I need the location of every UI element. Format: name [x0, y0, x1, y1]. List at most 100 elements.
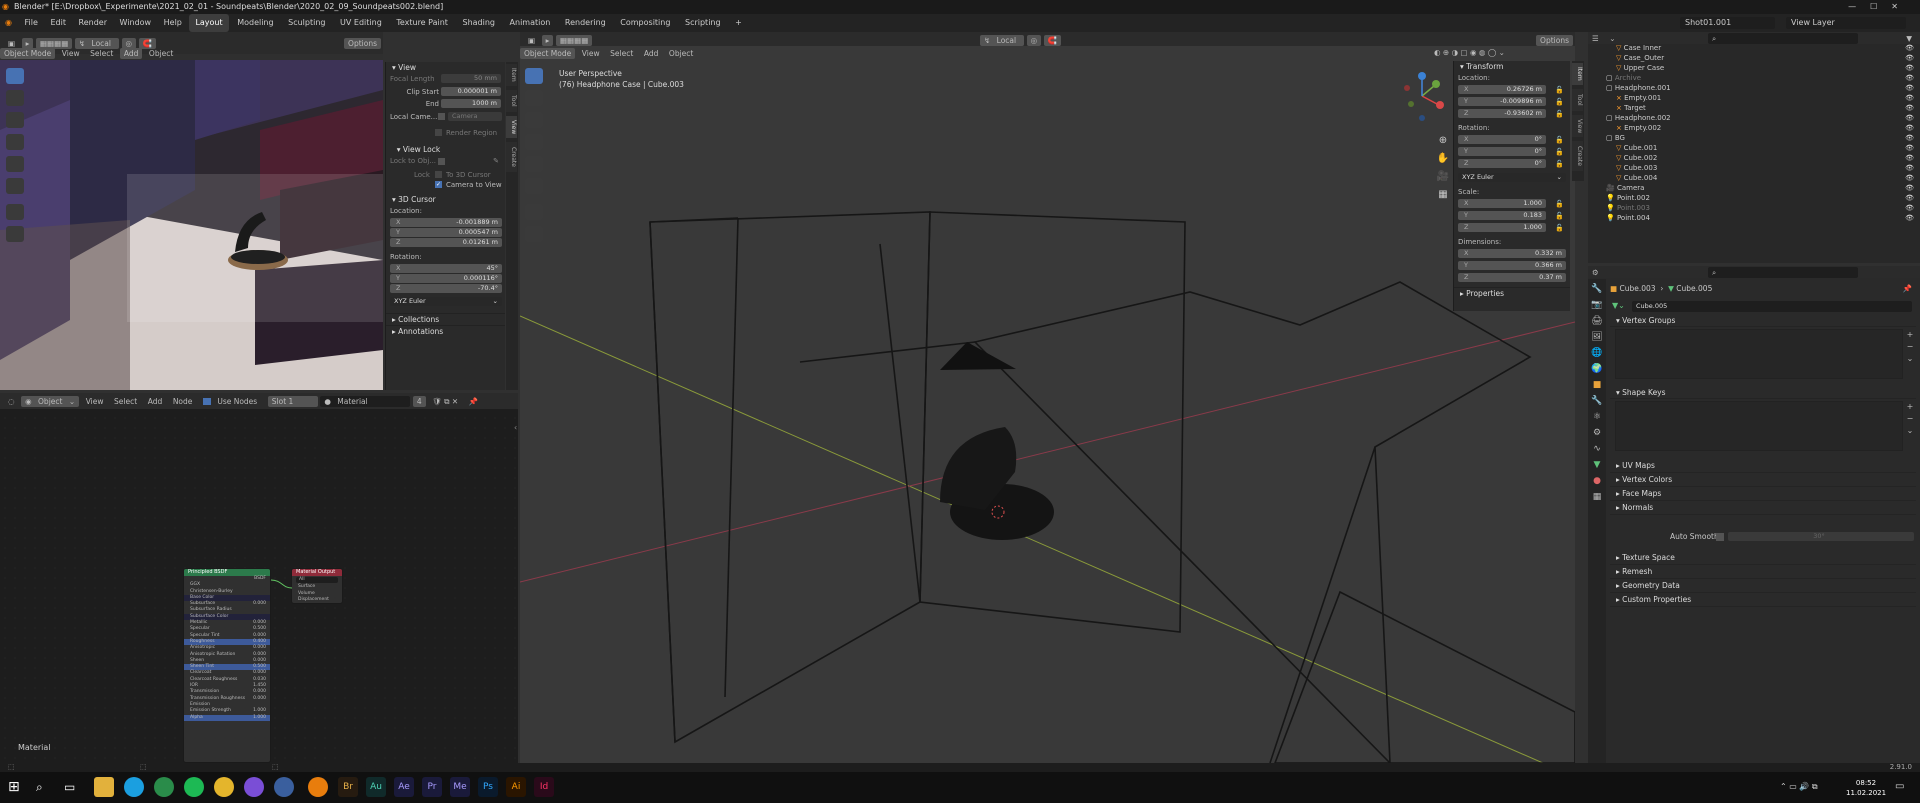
panel-header[interactable]: ▸ Custom Properties [1610, 593, 1916, 607]
lock-icon[interactable]: 🔓 [1555, 211, 1564, 221]
scale-y[interactable]: Y 0.183 [1458, 211, 1546, 220]
visibility-eye-icon[interactable]: 👁 [1905, 53, 1914, 63]
transform-panel-header[interactable]: ▾ Transform [1454, 61, 1570, 73]
properties-panel-header[interactable]: ▸ Properties [1454, 287, 1570, 299]
menu-file[interactable]: File [20, 14, 43, 32]
outliner-item[interactable]: ▢ Headphone.002 👁 [1588, 113, 1920, 123]
collections-panel-header[interactable]: ▸ Collections [386, 313, 505, 325]
view-lock-header[interactable]: ▾ View Lock [386, 144, 505, 156]
tab-layout[interactable]: Layout [189, 14, 229, 32]
cursor-rot-z[interactable]: Z -70.4° [390, 284, 502, 293]
use-nodes-checkbox[interactable]: Use Nodes [199, 395, 265, 409]
outliner-item[interactable]: ▽ Case Inner 👁 [1588, 43, 1920, 53]
select-box-tool-icon[interactable] [6, 68, 24, 84]
node-menu-node[interactable]: Node [169, 395, 197, 409]
properties-editor[interactable]: ⚙ ⌕ 🔧 📷 🖨 🖼 🌐 🌍 ■ 🔧 ⚛ ⚙ ∿ ▼ ● ▦ ■ Cube.003 › ▼ Cube.0… [1588, 266, 1920, 763]
output-target-dropdown[interactable]: All [296, 577, 338, 584]
properties-search[interactable]: ⌕ [1708, 267, 1858, 278]
notification-icon[interactable]: ▭ [1895, 781, 1904, 792]
menu-edit[interactable]: Edit [45, 14, 71, 32]
location-z[interactable]: Z -0.93602 m [1458, 109, 1546, 118]
object-mode-dropdown[interactable]: Object Mode [0, 47, 56, 59]
material-selector[interactable]: ● Material [320, 395, 411, 407]
annotate-tool-icon[interactable] [6, 204, 24, 220]
clip-end-field[interactable]: 1000 m [441, 99, 501, 108]
slack-icon[interactable] [154, 777, 174, 797]
chrome-icon[interactable] [214, 777, 234, 797]
cursor-loc-z[interactable]: Z 0.01261 m [390, 238, 502, 247]
main-annotate-tool-icon[interactable] [525, 204, 543, 220]
bsdf-input-row[interactable]: Alpha 1.000 [184, 714, 270, 721]
outliner-item[interactable]: ⨯ Empty.001 👁 [1588, 93, 1920, 103]
outliner-item[interactable]: ▽ Cube.003 👁 [1588, 163, 1920, 173]
system-tray-icons[interactable]: ⌃ ▭ 🔊 ⧉ [1780, 782, 1818, 792]
view-layer-selector[interactable]: View Layer [1786, 17, 1906, 29]
outliner-item[interactable]: ▽ Cube.004 👁 [1588, 173, 1920, 183]
main-scale-tool-icon[interactable] [525, 156, 543, 172]
tab-sculpting[interactable]: Sculpting [282, 14, 331, 32]
main-select-box-tool-icon[interactable] [525, 68, 543, 84]
outliner-item[interactable]: ▽ Case_Outer 👁 [1588, 53, 1920, 63]
tab-shading[interactable]: Shading [456, 14, 501, 32]
panel-header[interactable]: ▸ Vertex Colors [1610, 473, 1916, 487]
node-editor[interactable]: ◌ ◉ Object ⌄ View Select Add Node Use No… [0, 393, 518, 763]
clip-start-field[interactable]: 0.000001 m [441, 87, 501, 96]
viewport-nav-buttons[interactable]: ⊕ ✋ 🎥 ▦ [1435, 132, 1451, 204]
auto-smooth-checkbox[interactable] [1716, 533, 1724, 541]
rotation-z[interactable]: Z 0° [1458, 159, 1546, 168]
lock-icon[interactable]: 🔓 [1555, 135, 1564, 145]
bridge-icon[interactable]: Br [338, 777, 358, 797]
dimensions-x[interactable]: X 0.332 m [1458, 249, 1566, 258]
app-icon[interactable] [274, 777, 294, 797]
visibility-eye-icon[interactable]: 👁 [1905, 153, 1914, 163]
view-panel-header[interactable]: ▾ View [386, 62, 505, 74]
main-rotate-tool-icon[interactable] [525, 134, 543, 150]
vertex-groups-header[interactable]: ▾ Vertex Groups [1610, 315, 1916, 327]
outliner-item[interactable]: ▽ Cube.002 👁 [1588, 153, 1920, 163]
illustrator-icon[interactable]: Ai [506, 777, 526, 797]
slot-dropdown[interactable]: Slot 1 [267, 395, 318, 407]
main-transform-tool-icon[interactable] [525, 178, 543, 194]
visibility-eye-icon[interactable]: 👁 [1905, 203, 1914, 213]
scene-selector[interactable]: Shot01.001 [1680, 17, 1775, 29]
menu-select[interactable]: Select [86, 47, 117, 61]
search-icon[interactable]: ⌕ [36, 777, 56, 797]
visibility-eye-icon[interactable]: 👁 [1905, 93, 1914, 103]
material-users[interactable]: 4 [412, 395, 426, 407]
main-move-tool-icon[interactable] [525, 112, 543, 128]
main-measure-tool-icon[interactable] [525, 226, 543, 242]
indesign-icon[interactable]: Id [534, 777, 554, 797]
principled-bsdf-node[interactable]: Principled BSDF BSDF GGX Christensen-Burl… [183, 568, 271, 763]
rotation-mode-dropdown[interactable]: XYZ Euler ⌄ [1458, 173, 1566, 182]
outliner-item[interactable]: ▢ Headphone.001 👁 [1588, 83, 1920, 93]
properties-type-icon[interactable]: ⚙ [1588, 266, 1603, 280]
tab-rendering[interactable]: Rendering [559, 14, 612, 32]
visibility-eye-icon[interactable]: 👁 [1905, 63, 1914, 73]
cursor-loc-y[interactable]: Y 0.000547 m [390, 228, 502, 237]
rotation-y[interactable]: Y 0° [1458, 147, 1546, 156]
outliner-item[interactable]: 💡 Point.004 👁 [1588, 213, 1920, 223]
lock-icon[interactable]: 🔓 [1555, 223, 1564, 233]
main-tab-item[interactable]: Item [1572, 63, 1583, 85]
shape-key-add-remove[interactable]: + − ⌄ [1905, 401, 1915, 437]
tab-view[interactable]: View [506, 116, 517, 138]
outliner-item[interactable]: ▽ Upper Case 👁 [1588, 63, 1920, 73]
scale-z[interactable]: Z 1.000 [1458, 223, 1546, 232]
after-effects-icon[interactable]: Ae [394, 777, 414, 797]
main-cursor-tool-icon[interactable] [525, 90, 543, 106]
move-tool-icon[interactable] [6, 112, 24, 128]
main-tab-tool[interactable]: Tool [1572, 89, 1583, 111]
rotate-tool-icon[interactable] [6, 134, 24, 150]
tab-modeling[interactable]: Modeling [231, 14, 279, 32]
app-icon[interactable] [244, 777, 264, 797]
menu-render[interactable]: Render [74, 14, 112, 32]
panel-header[interactable]: ▸ Geometry Data [1610, 579, 1916, 593]
properties-tabs[interactable]: 🔧 📷 🖨 🖼 🌐 🌍 ■ 🔧 ⚛ ⚙ ∿ ▼ ● ▦ [1588, 279, 1606, 505]
cursor-rot-x[interactable]: X 45° [390, 264, 502, 273]
visibility-eye-icon[interactable]: 👁 [1905, 193, 1914, 203]
menu-add[interactable]: Add [119, 47, 143, 59]
add-workspace-icon[interactable]: + [729, 14, 748, 32]
window-controls[interactable]: —☐✕ [1848, 0, 1912, 14]
left-viewport[interactable]: ▣ ▸ ▦▦▦▦ ↯ Local ◎ 🧲 Options Object Mode… [0, 32, 383, 390]
visibility-eye-icon[interactable]: 👁 [1905, 133, 1914, 143]
